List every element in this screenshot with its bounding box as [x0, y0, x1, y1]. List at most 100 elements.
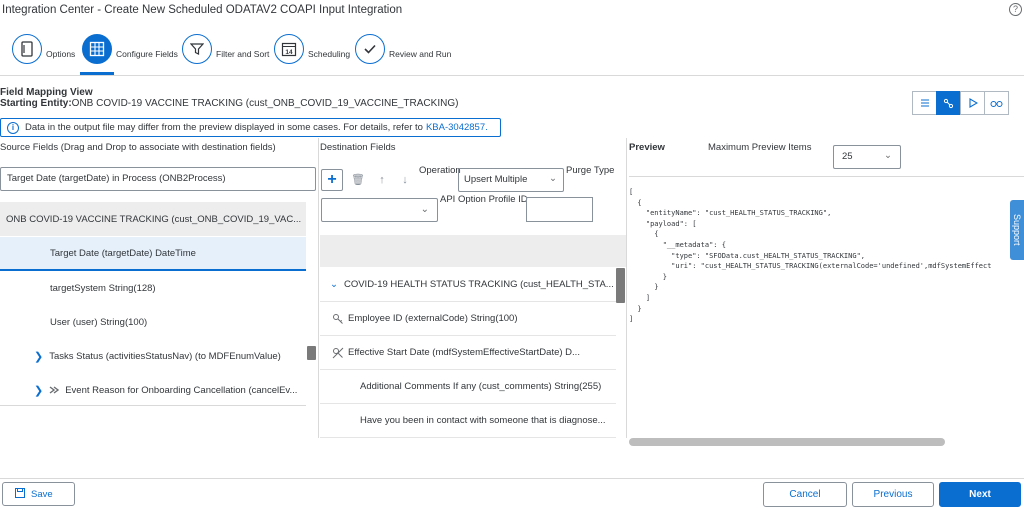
destination-field-row[interactable]: Effective Start Date (mdfSystemEffective… [320, 336, 616, 370]
destination-fields-header: Destination Fields [320, 142, 396, 153]
step-review-and-run[interactable]: Review and Run [355, 34, 451, 64]
preview-code: [ { "entityName": "cust_HEALTH_STATUS_TR… [629, 188, 992, 324]
glasses-view-button[interactable] [984, 91, 1009, 115]
destination-field-label: Employee ID (externalCode) String(100) [348, 313, 518, 324]
destination-header-band [320, 235, 626, 267]
column-divider[interactable] [626, 138, 627, 438]
info-icon: i [7, 121, 19, 134]
kba-link[interactable]: KBA-3042857. [426, 122, 488, 133]
mapping-icon [943, 98, 954, 108]
delete-icon[interactable]: 🗑 [349, 169, 367, 191]
source-field-row[interactable]: targetSystem String(128) [0, 271, 306, 305]
operation-label: Operation [419, 165, 461, 176]
chevron-right-icon[interactable]: ❯ [34, 350, 43, 363]
destination-field-row[interactable]: Have you been in contact with someone th… [320, 404, 616, 438]
list-icon [920, 99, 929, 107]
source-field-row[interactable]: User (user) String(100) [0, 305, 306, 339]
save-button[interactable]: Save [2, 482, 75, 506]
starting-entity-label: Starting Entity: [0, 98, 72, 109]
destination-field-label: Effective Start Date (mdfSystemEffective… [348, 347, 580, 358]
destination-scrollbar[interactable] [616, 268, 625, 303]
max-preview-select[interactable]: 25 ⌄ [833, 145, 901, 169]
chevron-down-icon: ⌄ [884, 150, 892, 161]
source-group-row[interactable]: ONB COVID-19 VACCINE TRACKING (cust_ONB_… [0, 202, 306, 236]
source-field-row[interactable]: ❯ Tasks Status (activitiesStatusNav) (to… [0, 339, 306, 373]
source-field-label: User (user) String(100) [50, 316, 148, 328]
source-field-label: Tasks Status (activitiesStatusNav) (to M… [49, 350, 281, 362]
svg-text:14: 14 [285, 49, 293, 56]
purge-type-select[interactable]: ⌄ [321, 198, 438, 222]
add-button[interactable]: + [321, 169, 343, 191]
support-tab[interactable]: Support [1010, 200, 1024, 260]
api-option-profile-input[interactable] [526, 197, 593, 222]
step-filter-and-sort[interactable]: Filter and Sort [182, 34, 269, 64]
source-tree: ONB COVID-19 VACCINE TRACKING (cust_ONB_… [0, 202, 306, 406]
step-label: Scheduling [308, 49, 351, 59]
mapping-view-button[interactable] [936, 91, 961, 115]
help-icon[interactable]: ? [1009, 3, 1022, 16]
arrow-up-icon[interactable]: ↑ [373, 169, 391, 191]
cancel-button[interactable]: Cancel [763, 482, 847, 507]
field-mapping-title: Field Mapping View [0, 87, 93, 98]
source-field-label: targetSystem String(128) [50, 282, 156, 294]
column-divider[interactable] [318, 138, 319, 438]
destination-field-row[interactable]: Additional Comments If any (cust_comment… [320, 370, 616, 404]
source-search-input[interactable]: Target Date (targetDate) in Process (ONB… [0, 167, 316, 191]
document-icon [12, 34, 42, 64]
source-scrollbar[interactable] [307, 346, 316, 360]
run-preview-button[interactable] [960, 91, 985, 115]
starting-entity-value: ONB COVID-19 VACCINE TRACKING (cust_ONB_… [71, 98, 459, 109]
step-label: Review and Run [389, 49, 452, 59]
destination-field-label: Have you been in contact with someone th… [360, 415, 606, 426]
glasses-icon [990, 101, 1003, 107]
info-message: i Data in the output file may differ fro… [0, 118, 501, 137]
destination-group-row[interactable]: ⌄ COVID-19 HEALTH STATUS TRACKING (cust_… [320, 268, 616, 302]
step-configure-fields[interactable]: Configure Fields [82, 34, 178, 64]
preview-header: Preview [629, 142, 665, 153]
chevron-right-icon[interactable]: ❯ [34, 384, 43, 397]
api-option-profile-label: API Option Profile ID [440, 194, 528, 205]
purge-type-label: Purge Type [566, 165, 615, 176]
destination-field-label: Additional Comments If any (cust_comment… [360, 381, 602, 392]
save-icon [15, 488, 25, 498]
calendar-icon: 14 [274, 34, 304, 64]
filter-icon [182, 34, 212, 64]
destination-tree: ⌄ COVID-19 HEALTH STATUS TRACKING (cust_… [320, 235, 626, 438]
preview-horizontal-scrollbar[interactable] [629, 438, 945, 446]
source-field-label: Event Reason for Onboarding Cancellation… [65, 384, 298, 396]
source-field-row[interactable]: Target Date (targetDate) DateTime [0, 237, 306, 271]
list-view-button[interactable] [912, 91, 937, 115]
previous-button[interactable]: Previous [852, 482, 934, 507]
association-icon [49, 386, 60, 394]
window-title: Integration Center - Create New Schedule… [2, 4, 403, 16]
source-group-label: ONB COVID-19 VACCINE TRACKING (cust_ONB_… [6, 213, 302, 225]
title-bar: Integration Center - Create New Schedule… [0, 0, 1024, 22]
max-preview-label: Maximum Preview Items [708, 142, 812, 153]
operation-value: Upsert Multiple [464, 174, 528, 185]
active-step-indicator [80, 72, 114, 75]
wizard-steps: Options Configure Fields Filter and Sort… [0, 22, 1024, 76]
preview-divider [629, 176, 1024, 177]
arrow-down-icon[interactable]: ↓ [396, 169, 414, 191]
play-icon [968, 98, 978, 108]
key-icon [333, 313, 343, 324]
destination-group-label: COVID-19 HEALTH STATUS TRACKING (cust_HE… [343, 279, 614, 290]
info-text: Data in the output file may differ from … [25, 122, 423, 133]
chevron-down-icon: ⌄ [420, 204, 429, 215]
chevron-down-icon[interactable]: ⌄ [330, 279, 338, 290]
step-options[interactable]: Options [12, 34, 75, 64]
view-toolbar [912, 91, 1009, 115]
source-field-row[interactable]: ❯ Event Reason for Onboarding Cancellati… [0, 373, 306, 407]
operation-select[interactable]: Upsert Multiple ⌄ [458, 168, 564, 192]
next-button[interactable]: Next [939, 482, 1021, 507]
step-scheduling[interactable]: 14 Scheduling [274, 34, 350, 64]
destination-field-row[interactable]: Employee ID (externalCode) String(100) [320, 302, 616, 336]
table-grid-icon [82, 34, 112, 64]
source-field-label: Target Date (targetDate) DateTime [50, 247, 196, 259]
save-label: Save [31, 489, 53, 500]
source-fields-header: Source Fields (Drag and Drop to associat… [0, 142, 276, 153]
step-label: Configure Fields [116, 49, 178, 59]
chevron-down-icon: ⌄ [549, 173, 557, 184]
starting-entity: Starting Entity:ONB COVID-19 VACCINE TRA… [0, 98, 458, 109]
max-preview-value: 25 [842, 151, 853, 162]
